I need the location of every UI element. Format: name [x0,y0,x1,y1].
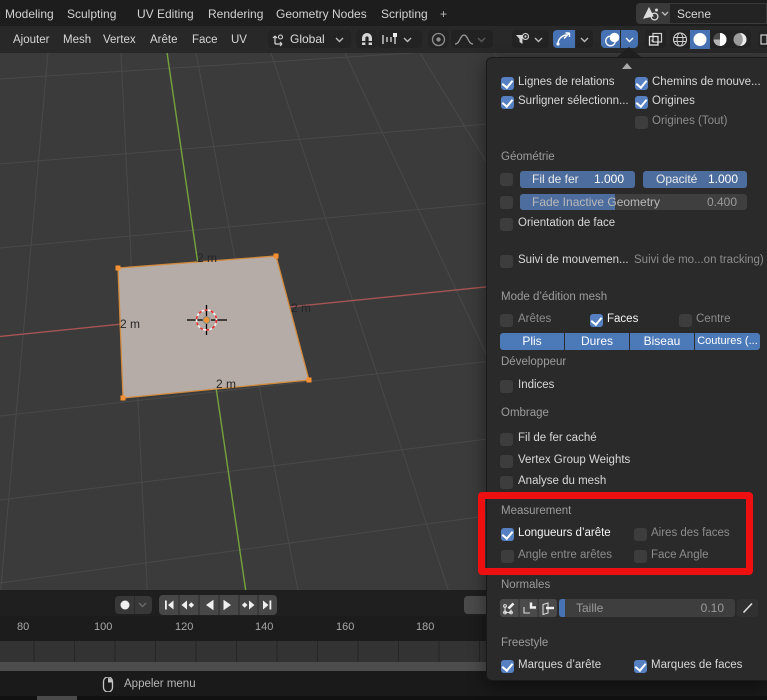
svg-text:2 m: 2 m [216,377,236,391]
svg-text:2 m: 2 m [197,251,217,265]
svg-text:2 m: 2 m [291,301,311,315]
svg-text:2 m: 2 m [120,317,140,331]
